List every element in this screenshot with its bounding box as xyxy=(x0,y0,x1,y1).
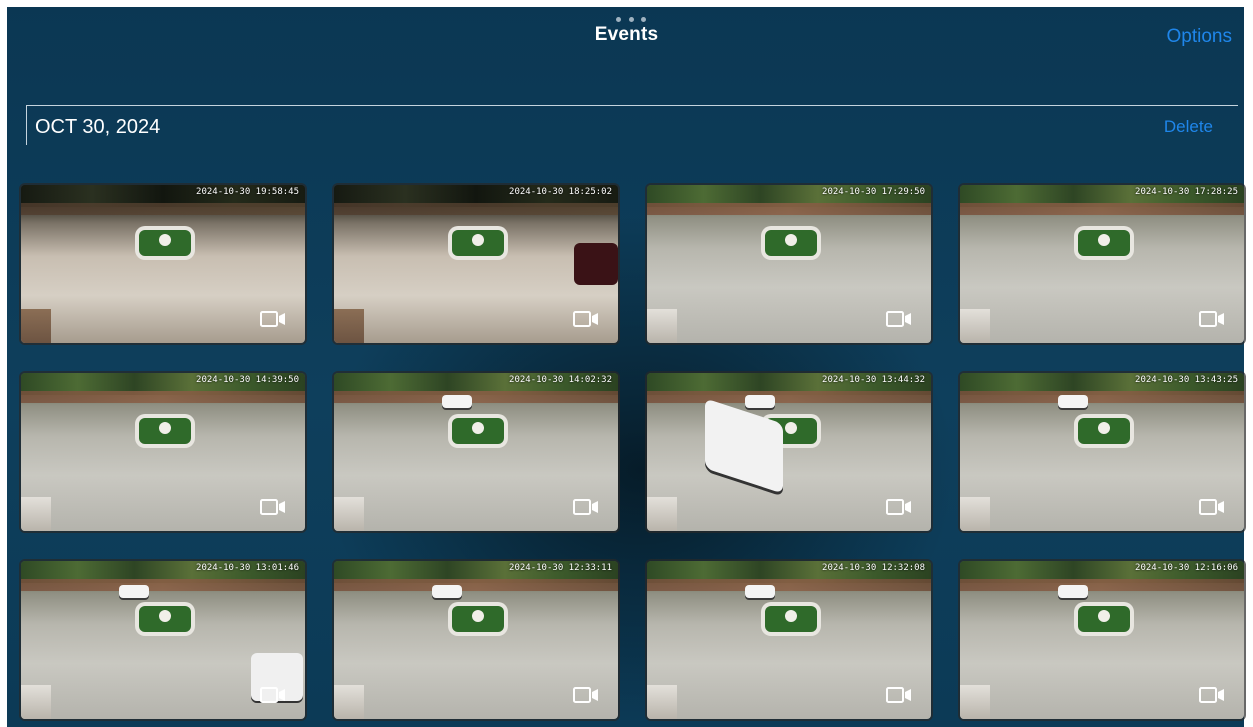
window-frame-left xyxy=(0,0,7,727)
parked-car xyxy=(442,395,472,408)
parked-car xyxy=(745,585,775,598)
event-timestamp: 2024-10-30 14:02:32 xyxy=(509,375,612,385)
event-timestamp: 2024-10-30 13:01:46 xyxy=(196,563,299,573)
fountain xyxy=(1078,418,1130,444)
video-camera-icon xyxy=(573,499,598,515)
section-date-label: OCT 30, 2024 xyxy=(35,116,161,138)
video-camera-icon xyxy=(260,311,285,327)
steps xyxy=(21,685,51,719)
ellipsis-icon[interactable] xyxy=(616,15,646,23)
options-button[interactable]: Options xyxy=(1167,26,1232,48)
landscape-bed xyxy=(647,203,931,215)
fountain xyxy=(765,606,817,632)
section-divider xyxy=(26,105,1238,106)
landscape-bed xyxy=(334,391,618,403)
landscape-bed xyxy=(647,579,931,591)
steps xyxy=(647,497,677,531)
fountain xyxy=(139,230,191,256)
steps xyxy=(960,685,990,719)
video-camera-icon xyxy=(260,687,285,703)
fountain xyxy=(1078,606,1130,632)
section-divider-vertical xyxy=(26,105,27,145)
fountain xyxy=(1078,230,1130,256)
landscape-bed xyxy=(647,391,931,403)
fountain xyxy=(452,230,504,256)
video-camera-icon xyxy=(886,499,911,515)
steps xyxy=(960,497,990,531)
steps xyxy=(21,309,51,343)
landscape-bed xyxy=(334,203,618,215)
event-thumbnail[interactable]: 2024-10-30 12:32:08 xyxy=(647,561,931,719)
video-camera-icon xyxy=(886,687,911,703)
parked-car xyxy=(119,585,149,598)
steps xyxy=(21,497,51,531)
event-timestamp: 2024-10-30 13:43:25 xyxy=(1135,375,1238,385)
landscape-bed xyxy=(334,579,618,591)
event-thumbnail[interactable]: 2024-10-30 12:16:06 xyxy=(960,561,1244,719)
event-timestamp: 2024-10-30 12:32:08 xyxy=(822,563,925,573)
landscape-bed xyxy=(960,203,1244,215)
landscape-bed xyxy=(960,579,1244,591)
parked-car xyxy=(745,395,775,408)
event-timestamp: 2024-10-30 19:58:45 xyxy=(196,187,299,197)
fountain xyxy=(139,418,191,444)
event-thumbnail[interactable]: 2024-10-30 13:01:46 xyxy=(21,561,305,719)
landscape-bed xyxy=(21,579,305,591)
landscape-bed xyxy=(21,203,305,215)
event-thumbnail[interactable]: 2024-10-30 18:25:02 xyxy=(334,185,618,343)
event-thumbnail[interactable]: 2024-10-30 14:02:32 xyxy=(334,373,618,531)
fountain xyxy=(765,230,817,256)
landscape-bed xyxy=(21,391,305,403)
delivery-van xyxy=(705,398,783,494)
parked-car xyxy=(1058,395,1088,408)
parked-car xyxy=(432,585,462,598)
event-timestamp: 2024-10-30 12:16:06 xyxy=(1135,563,1238,573)
event-thumbnail[interactable]: 2024-10-30 12:33:11 xyxy=(334,561,618,719)
event-thumbnail[interactable]: 2024-10-30 13:44:32 xyxy=(647,373,931,531)
video-camera-icon xyxy=(1199,311,1224,327)
event-timestamp: 2024-10-30 17:28:25 xyxy=(1135,187,1238,197)
parked-suv xyxy=(574,243,618,285)
video-camera-icon xyxy=(886,311,911,327)
event-timestamp: 2024-10-30 17:29:50 xyxy=(822,187,925,197)
video-camera-icon xyxy=(260,499,285,515)
event-thumbnail[interactable]: 2024-10-30 19:58:45 xyxy=(21,185,305,343)
fountain xyxy=(139,606,191,632)
event-timestamp: 2024-10-30 13:44:32 xyxy=(822,375,925,385)
event-thumbnail[interactable]: 2024-10-30 17:29:50 xyxy=(647,185,931,343)
video-camera-icon xyxy=(1199,687,1224,703)
events-grid: 2024-10-30 19:58:45 2024-10-30 18:25:02 … xyxy=(21,185,1244,719)
event-thumbnail[interactable]: 2024-10-30 17:28:25 xyxy=(960,185,1244,343)
steps xyxy=(647,309,677,343)
landscape-bed xyxy=(960,391,1244,403)
fountain xyxy=(452,418,504,444)
steps xyxy=(334,309,364,343)
window-frame-right xyxy=(1244,0,1253,727)
video-camera-icon xyxy=(573,311,598,327)
video-camera-icon xyxy=(573,687,598,703)
video-camera-icon xyxy=(1199,499,1224,515)
delete-button[interactable]: Delete xyxy=(1164,117,1213,137)
event-thumbnail[interactable]: 2024-10-30 14:39:50 xyxy=(21,373,305,531)
steps xyxy=(960,309,990,343)
event-timestamp: 2024-10-30 12:33:11 xyxy=(509,563,612,573)
parked-car xyxy=(1058,585,1088,598)
page-title: Events xyxy=(594,24,659,45)
steps xyxy=(647,685,677,719)
fountain xyxy=(452,606,504,632)
event-timestamp: 2024-10-30 18:25:02 xyxy=(509,187,612,197)
steps xyxy=(334,685,364,719)
steps xyxy=(334,497,364,531)
event-thumbnail[interactable]: 2024-10-30 13:43:25 xyxy=(960,373,1244,531)
window-frame-top xyxy=(0,0,1253,7)
event-timestamp: 2024-10-30 14:39:50 xyxy=(196,375,299,385)
